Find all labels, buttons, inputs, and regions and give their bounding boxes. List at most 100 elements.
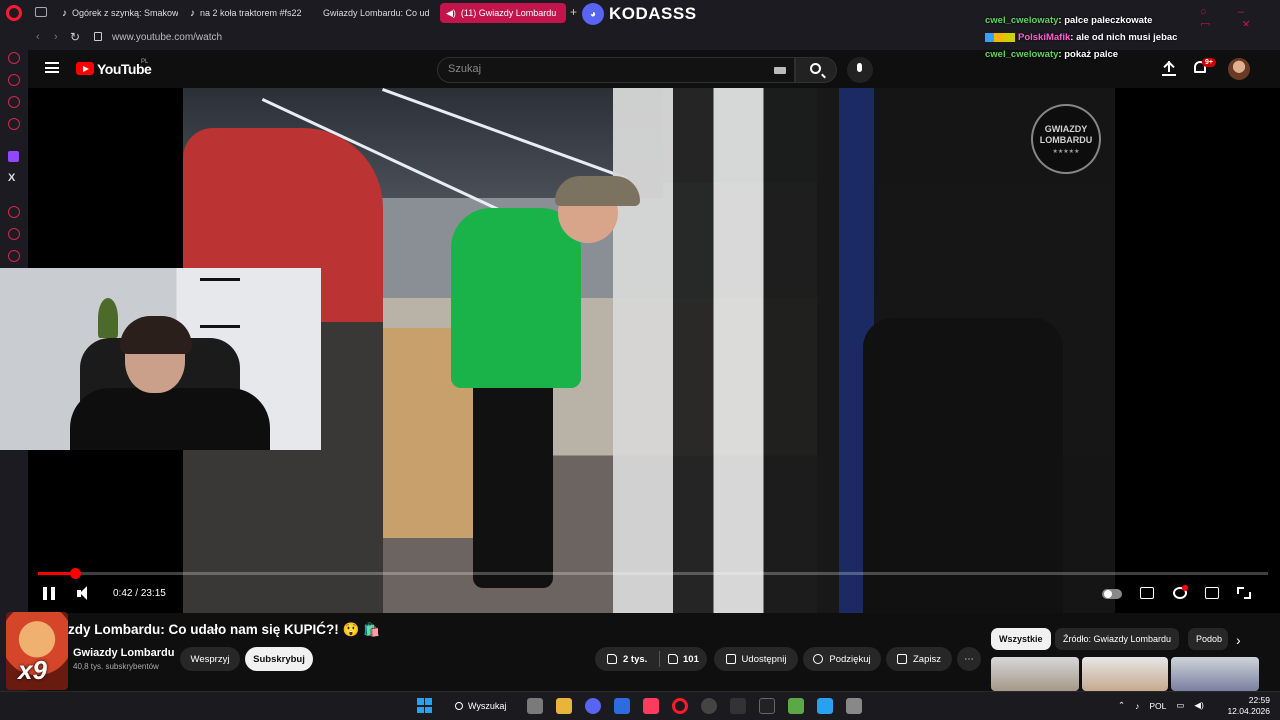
calculator-icon[interactable]: [846, 698, 862, 714]
chat-username: PolskiMafik: [1018, 32, 1071, 43]
chip-source[interactable]: Źródło: Gwiazdy Lombardu: [1055, 628, 1180, 650]
windows-taskbar: Wyszukaj ⌃ ♪ POL ▭ ◀) 22:59 12.04.2026: [0, 691, 1280, 720]
system-tray: ⌃ ♪ POL ▭ ◀): [1118, 700, 1204, 711]
autoplay-toggle[interactable]: [1102, 589, 1122, 599]
tab-workspaces-icon[interactable]: [35, 7, 47, 17]
speaker-icon[interactable]: ◀): [1194, 700, 1203, 711]
tiktok-icon: ♪: [190, 7, 195, 19]
keyboard-icon[interactable]: [774, 67, 786, 74]
chip-all[interactable]: Wszystkie: [991, 628, 1051, 650]
network-icon[interactable]: ▭: [1176, 700, 1184, 711]
subscribe-button[interactable]: Subskrybuj: [245, 647, 313, 671]
language-indicator[interactable]: POL: [1149, 701, 1166, 711]
watermark-stars: ★★★★★: [1052, 148, 1080, 155]
sidebar-aria-icon[interactable]: [8, 52, 20, 64]
recommended-thumbnail[interactable]: [1082, 657, 1168, 691]
voice-search-button[interactable]: [847, 57, 873, 83]
new-tab-button[interactable]: +: [570, 5, 577, 19]
watermark-line2: LOMBARDU: [1039, 134, 1093, 145]
forward-icon[interactable]: ›: [54, 31, 58, 43]
tab-ogorek[interactable]: ♪ Ogórek z szynką: Smakow: [56, 3, 178, 23]
back-icon[interactable]: ‹: [36, 31, 40, 43]
share-button[interactable]: Udostępnij: [714, 647, 798, 671]
sidebar-clock-icon[interactable]: [8, 250, 20, 262]
time-display: 0:42 / 23:15: [113, 588, 166, 599]
progress-scrubber[interactable]: [69, 568, 81, 579]
sidebar-history-icon[interactable]: [8, 228, 20, 240]
watermark-line1: GWIAZDY: [1044, 123, 1088, 134]
chat-username: cwel_cwelowaty: [985, 49, 1059, 60]
clock-time: 22:59: [1248, 695, 1270, 705]
save-label: Zapisz: [913, 653, 941, 665]
fullscreen-icon[interactable]: [1237, 587, 1251, 599]
chat-text: : ale od nich musi jebac: [1070, 32, 1178, 43]
progress-bar[interactable]: [38, 568, 1268, 579]
microphone-icon[interactable]: ♪: [1135, 701, 1139, 711]
tab-gwiazdy[interactable]: Gwiazdy Lombardu: Co ud: [312, 3, 434, 23]
time-current: 0:42: [113, 588, 133, 599]
time-separator: /: [132, 588, 141, 599]
pause-icon[interactable]: [43, 587, 55, 600]
app-icon[interactable]: [817, 698, 833, 714]
chat-text: : palce paleczkowate: [1058, 15, 1153, 26]
thanks-button[interactable]: Podziękuj: [803, 647, 881, 671]
tab-label: na 2 koła traktorem #fs22: [200, 8, 302, 18]
stream-chat-overlay: cwel_cwelowaty : palce paleczkowate Polsk…: [985, 12, 1280, 63]
chat-badges-icon: [985, 32, 1015, 42]
sidebar-game-icon[interactable]: [8, 96, 20, 108]
save-button[interactable]: Zapisz: [886, 647, 952, 671]
sidebar-twitch-icon[interactable]: [8, 151, 19, 162]
sidebar-messenger-icon[interactable]: [8, 118, 20, 130]
opera-logo-icon[interactable]: [6, 5, 22, 21]
join-button[interactable]: Wesprzyj: [180, 647, 240, 671]
opera-taskbar-icon[interactable]: [672, 698, 688, 714]
app-icon[interactable]: [614, 698, 630, 714]
task-view-icon[interactable]: [527, 698, 543, 714]
recommended-thumbnail[interactable]: [991, 657, 1079, 691]
sidebar-wallet-icon[interactable]: [8, 74, 20, 86]
clock[interactable]: 22:59 12.04.2026: [1224, 695, 1270, 717]
tiktok-icon: ♪: [62, 7, 67, 19]
chevron-up-icon[interactable]: ⌃: [1118, 700, 1125, 711]
terminal-icon[interactable]: [759, 698, 775, 714]
like-button[interactable]: 2 tys.: [595, 654, 659, 665]
search-input[interactable]: [448, 63, 768, 75]
dislike-button[interactable]: 101: [660, 654, 699, 665]
app-icon[interactable]: [730, 698, 746, 714]
youtube-logo-icon[interactable]: [76, 62, 94, 75]
search-box[interactable]: [437, 57, 795, 83]
taskbar-search[interactable]: Wyszukaj: [447, 697, 519, 715]
menu-icon[interactable]: [45, 62, 59, 73]
channel-name[interactable]: Gwiazdy Lombardu: [73, 647, 174, 659]
sidebar-player-icon[interactable]: [8, 206, 20, 218]
lock-icon: [94, 32, 102, 41]
tab-gwiazdy-active[interactable]: ◀) (11) Gwiazdy Lombardu: [440, 3, 566, 23]
country-code: PL: [141, 59, 149, 65]
theater-mode-icon[interactable]: [1205, 587, 1219, 599]
sidebar-x-icon[interactable]: X: [8, 172, 15, 184]
chevron-right-icon[interactable]: ›: [1236, 632, 1241, 648]
video-title: zdy Lombardu: Co udało nam się KUPIĆ?! 😲…: [68, 622, 380, 637]
time-total: 23:15: [140, 588, 166, 599]
reload-icon[interactable]: ↻: [70, 30, 80, 44]
video-frame[interactable]: GWIAZDY LOMBARDU ★★★★★: [183, 88, 1115, 613]
thanks-icon: [813, 654, 824, 664]
more-actions-button[interactable]: ⋯: [957, 647, 981, 671]
file-explorer-icon[interactable]: [556, 698, 572, 714]
chip-similar[interactable]: Podob: [1188, 628, 1228, 650]
url-text[interactable]: www.youtube.com/watch: [112, 32, 222, 43]
channel-watermark[interactable]: GWIAZDY LOMBARDU ★★★★★: [1031, 104, 1101, 174]
search-button[interactable]: [795, 57, 837, 83]
music-icon[interactable]: [643, 698, 659, 714]
app-icon[interactable]: [701, 698, 717, 714]
tab-traktor[interactable]: ♪ na 2 koła traktorem #fs22: [184, 3, 306, 23]
discord-taskbar-icon[interactable]: [585, 698, 601, 714]
subtitles-icon[interactable]: [1140, 587, 1154, 599]
windows-start-icon[interactable]: [417, 698, 432, 713]
chat-text: : pokaż palce: [1058, 49, 1119, 60]
notepad-icon[interactable]: [788, 698, 804, 714]
chat-message: cwel_cwelowaty: pokaż palce: [985, 46, 1280, 63]
recommended-thumbnail[interactable]: [1171, 657, 1259, 691]
like-count: 2 tys.: [623, 653, 648, 665]
volume-icon[interactable]: [77, 586, 93, 601]
